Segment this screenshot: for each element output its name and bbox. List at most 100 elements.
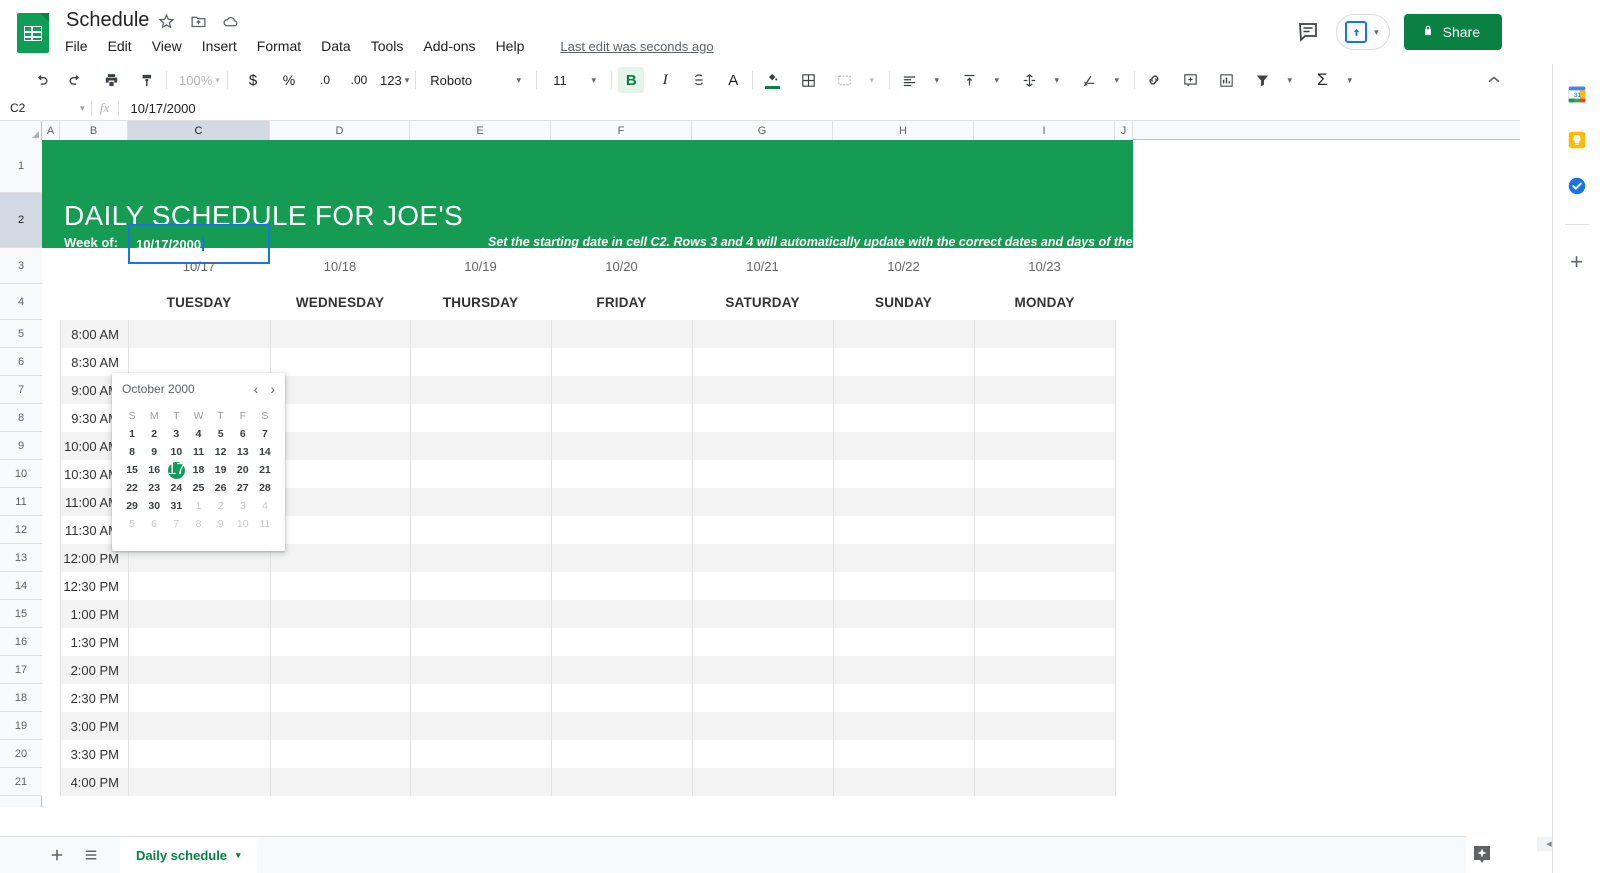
google-calendar-icon[interactable]: 31	[1565, 82, 1589, 106]
day-cell[interactable]: 5	[210, 425, 232, 443]
menu-file[interactable]: File	[65, 36, 98, 56]
font-size-selector[interactable]: 11	[543, 67, 579, 93]
row-header-10[interactable]: 10	[0, 460, 42, 488]
text-wrap-icon[interactable]	[1016, 67, 1042, 93]
column-header-i[interactable]: I	[974, 121, 1115, 140]
vertical-align-icon[interactable]	[956, 67, 982, 93]
day-cell-outside[interactable]: 7	[165, 515, 187, 533]
day-cell-outside[interactable]: 2	[210, 497, 232, 515]
day-cell-3[interactable]: FRIDAY	[551, 284, 692, 320]
filter-icon[interactable]	[1249, 67, 1275, 93]
date-cell-6[interactable]: 10/23	[974, 248, 1115, 284]
present-caret-icon[interactable]: ▾	[1374, 27, 1379, 38]
decrease-decimal-button[interactable]: .0	[312, 67, 338, 93]
explore-icon[interactable]	[1470, 843, 1494, 867]
date-picker-popup[interactable]: October 2000 ‹ › S M T W T F S 1 2 3 4 5…	[112, 373, 285, 551]
day-cell[interactable]: 29	[121, 497, 143, 515]
row-header-8[interactable]: 8	[0, 404, 42, 432]
day-cell[interactable]: 28	[254, 479, 276, 497]
time-label-11[interactable]: 1:30 PM	[60, 628, 128, 656]
day-cell-outside[interactable]: 11	[254, 515, 276, 533]
day-cell-5[interactable]: SUNDAY	[833, 284, 974, 320]
halign-caret-icon[interactable]: ▾	[922, 67, 948, 93]
row-header-7[interactable]: 7	[0, 376, 42, 404]
day-cell-outside[interactable]: 8	[187, 515, 209, 533]
day-cell[interactable]: 31	[165, 497, 187, 515]
add-ons-plus-icon[interactable]: +	[1570, 251, 1583, 273]
time-label-9[interactable]: 12:30 PM	[60, 572, 128, 600]
row-header-4[interactable]: 4	[0, 284, 42, 320]
collapse-toolbar-icon[interactable]	[1484, 70, 1504, 95]
menu-format[interactable]: Format	[247, 36, 311, 56]
share-button[interactable]: Share	[1403, 14, 1502, 50]
row-header-17[interactable]: 17	[0, 656, 42, 684]
comment-history-icon[interactable]	[1296, 19, 1322, 45]
date-cell-4[interactable]: 10/21	[692, 248, 833, 284]
day-cell[interactable]: 9	[143, 443, 165, 461]
redo-icon[interactable]	[62, 67, 88, 93]
insert-comment-icon[interactable]	[1177, 67, 1203, 93]
column-header-a[interactable]: A	[42, 121, 60, 140]
day-cell[interactable]: 6	[232, 425, 254, 443]
name-box[interactable]: C2	[0, 101, 80, 115]
date-cell-3[interactable]: 10/20	[551, 248, 692, 284]
row-header-13[interactable]: 13	[0, 544, 42, 572]
rotation-caret-icon[interactable]: ▾	[1102, 67, 1128, 93]
day-cell-1[interactable]: WEDNESDAY	[270, 284, 410, 320]
date-cell-2[interactable]: 10/19	[410, 248, 551, 284]
row-header-2[interactable]: 2	[0, 193, 42, 248]
day-cell-outside[interactable]: 3	[232, 497, 254, 515]
menu-insert[interactable]: Insert	[192, 36, 247, 56]
time-label-12[interactable]: 2:00 PM	[60, 656, 128, 684]
column-header-b[interactable]: B	[60, 121, 128, 140]
last-edit-status[interactable]: Last edit was seconds ago	[560, 39, 713, 54]
day-cell[interactable]: 11	[187, 443, 209, 461]
insert-link-icon[interactable]	[1141, 67, 1167, 93]
day-cell[interactable]: 19	[210, 461, 232, 479]
day-cell[interactable]: 24	[165, 479, 187, 497]
day-cell[interactable]: 3	[165, 425, 187, 443]
zoom-selector[interactable]: 100% ▾	[173, 67, 221, 93]
day-cell-4[interactable]: SATURDAY	[692, 284, 833, 320]
horizontal-align-icon[interactable]	[896, 67, 922, 93]
time-label-14[interactable]: 3:00 PM	[60, 712, 128, 740]
row-header-5[interactable]: 5	[0, 320, 42, 348]
increase-decimal-button[interactable]: .00	[346, 67, 372, 93]
font-size-caret-icon[interactable]: ▾	[579, 67, 605, 93]
time-label-13[interactable]: 2:30 PM	[60, 684, 128, 712]
row-header-19[interactable]: 19	[0, 712, 42, 740]
menu-help[interactable]: Help	[486, 36, 535, 56]
row-header-6[interactable]: 6	[0, 348, 42, 376]
day-cell[interactable]: 22	[121, 479, 143, 497]
time-label-10[interactable]: 1:00 PM	[60, 600, 128, 628]
column-header-f[interactable]: F	[551, 121, 692, 140]
menu-edit[interactable]: Edit	[98, 36, 142, 56]
day-cell[interactable]: 1	[121, 425, 143, 443]
row-header-14[interactable]: 14	[0, 572, 42, 600]
google-tasks-icon[interactable]	[1565, 174, 1589, 198]
day-cell-outside[interactable]: 1	[187, 497, 209, 515]
row-header-15[interactable]: 15	[0, 600, 42, 628]
time-label-15[interactable]: 3:30 PM	[60, 740, 128, 768]
day-cell[interactable]: 16	[143, 461, 165, 479]
day-cell-outside[interactable]: 10	[232, 515, 254, 533]
font-family-selector[interactable]: Roboto	[422, 67, 504, 93]
menu-data[interactable]: Data	[311, 36, 361, 56]
day-cell[interactable]: 25	[187, 479, 209, 497]
insert-chart-icon[interactable]	[1213, 67, 1239, 93]
day-cell-6[interactable]: MONDAY	[974, 284, 1115, 320]
wrap-caret-icon[interactable]: ▾	[1042, 67, 1068, 93]
day-cell[interactable]: 2	[143, 425, 165, 443]
chevron-right-icon[interactable]: ›	[270, 382, 275, 396]
sheet-tab-daily-schedule[interactable]: Daily schedule ▾	[120, 836, 257, 873]
column-header-j[interactable]: J	[1115, 121, 1133, 140]
more-formats-button[interactable]: 123 ▾	[380, 67, 409, 93]
day-cell[interactable]: 23	[143, 479, 165, 497]
date-cell-1[interactable]: 10/18	[270, 248, 410, 284]
borders-icon[interactable]	[795, 67, 821, 93]
date-cell-0[interactable]: 10/17	[128, 248, 270, 284]
day-cell[interactable]: 30	[143, 497, 165, 515]
selected-day-cell[interactable]: 17	[165, 461, 187, 479]
add-sheet-icon[interactable]	[40, 838, 74, 872]
fill-color-icon[interactable]	[759, 67, 785, 93]
